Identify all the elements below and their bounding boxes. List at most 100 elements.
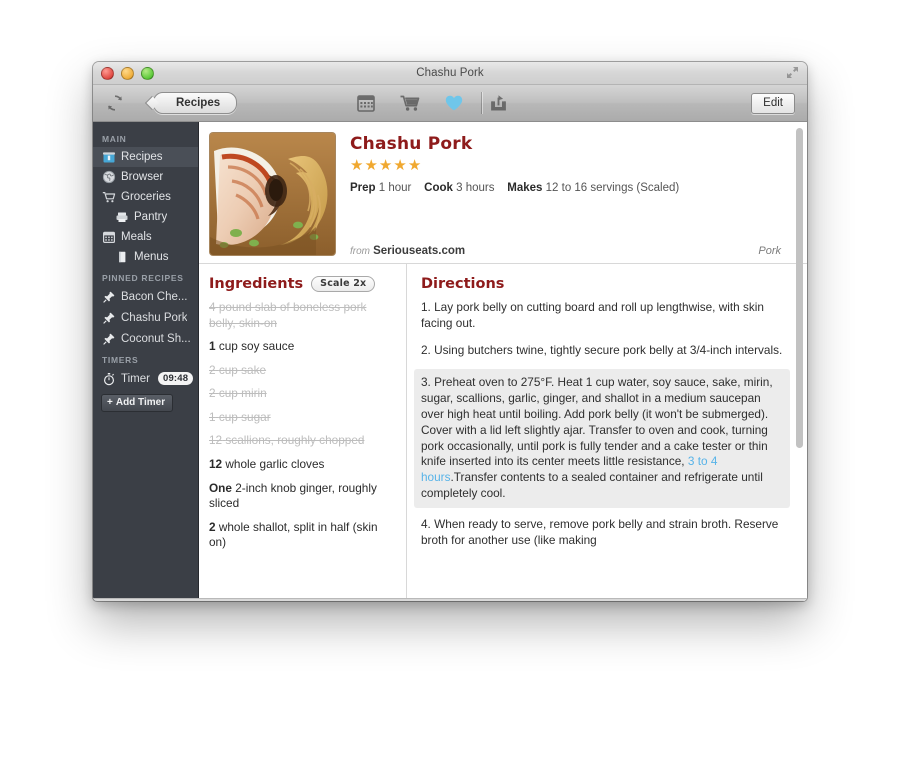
scale-button[interactable]: Scale 2x <box>311 276 376 292</box>
ingredient-qty: 12 <box>209 433 223 448</box>
recipe-box-icon <box>102 150 116 164</box>
breadcrumb-recipes-button[interactable]: Recipes <box>153 92 238 114</box>
recipe-meta: Chashu Pork ★★★★★ Prep 1 hour Cook 3 hou… <box>336 132 807 263</box>
sidebar-timer-label: Timer <box>121 372 150 385</box>
direction-step[interactable]: 4. When ready to serve, remove pork bell… <box>421 517 783 549</box>
ingredient-item[interactable]: 2 cup sake <box>209 363 396 379</box>
sidebar-item-label: Groceries <box>121 191 171 203</box>
ingredients-heading: Ingredients Scale 2x <box>209 276 396 292</box>
pin-icon <box>102 332 116 346</box>
ingredient-item[interactable]: 12 scallions, roughly chopped <box>209 433 396 449</box>
ingredient-qty: 2 <box>209 386 216 401</box>
step-text: Lay pork belly on cutting board and roll… <box>421 300 764 330</box>
pantry-icon <box>115 210 129 224</box>
ingredient-qty: 2 <box>209 519 216 534</box>
ingredient-item[interactable]: 1 cup soy sauce <box>209 339 396 355</box>
app-window: Chashu Pork Recipes Edit MAIN Recipes Br… <box>93 62 807 601</box>
step-text-after: .Transfer contents to a sealed container… <box>421 470 763 500</box>
shopping-cart-icon[interactable] <box>399 93 421 113</box>
calendar-icon[interactable] <box>355 93 377 113</box>
share-icon[interactable] <box>488 93 510 113</box>
ingredient-qty: One <box>209 480 232 495</box>
sidebar-item-menus[interactable]: Menus <box>93 247 198 267</box>
ingredient-qty: 1 <box>209 409 216 424</box>
ingredients-title: Ingredients <box>209 276 304 292</box>
source-name[interactable]: Seriouseats.com <box>373 245 465 257</box>
toolbar-separator <box>481 92 483 114</box>
step-number: 2. <box>421 342 431 357</box>
sidebar-item-label: Browser <box>121 171 164 183</box>
window-bottom-edge <box>93 598 807 601</box>
sidebar-item-label: Recipes <box>121 151 163 163</box>
recipe-source: from Seriouseats.com <box>350 245 465 257</box>
fact-label-prep: Prep <box>350 181 376 194</box>
ingredient-item[interactable]: 2 whole shallot, split in half (skin on) <box>209 520 396 551</box>
edit-button-label: Edit <box>763 97 783 109</box>
sidebar-pinned-label: Chashu Pork <box>121 311 188 324</box>
screen: Chashu Pork Recipes Edit MAIN Recipes Br… <box>0 0 900 779</box>
recipe-photo <box>209 132 336 256</box>
directions-title: Directions <box>421 276 505 292</box>
sidebar-section-pinned-header: PINNED RECIPES <box>102 273 184 283</box>
recipe-facts: Prep 1 hour Cook 3 hours Makes 12 to 16 … <box>350 182 807 194</box>
ingredient-item[interactable]: 1 cup sugar <box>209 410 396 426</box>
directions-pane: Directions 1. Lay pork belly on cutting … <box>407 264 807 601</box>
ingredient-item[interactable]: One 2-inch knob ginger, roughly sliced <box>209 481 396 512</box>
sidebar-item-meals[interactable]: Meals <box>93 227 198 247</box>
shopping-cart-icon <box>102 190 116 204</box>
fact-label-makes: Makes <box>507 181 543 194</box>
step-text: Preheat oven to 275°F. Heat 1 cup water,… <box>421 375 773 469</box>
stopwatch-icon <box>102 372 116 386</box>
sidebar-pinned-recipe-3[interactable]: Coconut Sh... <box>93 328 198 349</box>
fact-value-makes: 12 to 16 servings (Scaled) <box>545 181 680 194</box>
window-body: MAIN Recipes Browser Groceries Pantry Me… <box>93 122 807 601</box>
ingredient-text: cup sake <box>218 362 267 377</box>
sidebar: MAIN Recipes Browser Groceries Pantry Me… <box>93 122 199 601</box>
edit-button[interactable]: Edit <box>751 92 795 114</box>
ingredient-qty: 12 <box>209 456 223 471</box>
step-text: When ready to serve, remove pork belly a… <box>421 516 779 547</box>
menu-book-icon <box>115 250 129 264</box>
ingredient-text: cup soy sauce <box>218 339 295 354</box>
direction-step[interactable]: 2. Using butchers twine, tightly secure … <box>421 343 783 359</box>
ingredient-item[interactable]: 12 whole garlic cloves <box>209 457 396 473</box>
ingredient-text: pound slab of boneless pork belly, skin-… <box>209 300 367 330</box>
calendar-icon <box>102 230 116 244</box>
sidebar-timer-row[interactable]: Timer 09:48 <box>93 368 198 389</box>
sidebar-section-main-header: MAIN <box>102 134 127 144</box>
star-3: ★ <box>378 157 394 174</box>
rating-stars[interactable]: ★★★★★ <box>350 157 807 175</box>
direction-step[interactable]: 1. Lay pork belly on cutting board and r… <box>421 300 783 332</box>
add-timer-button[interactable]: + Add Timer <box>101 394 174 412</box>
sidebar-pinned-recipe-1[interactable]: Bacon Che... <box>93 286 198 307</box>
fact-label-cook: Cook <box>424 181 453 194</box>
sidebar-pinned-recipe-2[interactable]: Chashu Pork <box>93 307 198 328</box>
ingredient-qty: 1 <box>209 339 216 354</box>
breadcrumb-label: Recipes <box>176 97 221 109</box>
step-number: 3. <box>421 375 431 390</box>
content-scrollbar[interactable] <box>793 124 805 601</box>
step-number: 4. <box>421 516 431 531</box>
sidebar-item-recipes[interactable]: Recipes <box>93 147 198 167</box>
sidebar-item-pantry[interactable]: Pantry <box>93 207 198 227</box>
recipe-title: Chashu Pork <box>350 134 473 154</box>
sidebar-item-groceries[interactable]: Groceries <box>93 187 198 207</box>
plus-icon: + <box>107 397 113 408</box>
recipe-category: Pork <box>758 245 781 257</box>
recipe-detail-pane: Chashu Pork ★★★★★ Prep 1 hour Cook 3 hou… <box>199 122 807 601</box>
title-bar: Chashu Pork <box>93 62 807 85</box>
fullscreen-arrows-icon[interactable] <box>786 66 799 79</box>
direction-step-active[interactable]: 3. Preheat oven to 275°F. Heat 1 cup wat… <box>414 369 790 508</box>
sidebar-item-browser[interactable]: Browser <box>93 167 198 187</box>
ingredients-pane: Ingredients Scale 2x 4 pound slab of bon… <box>199 264 407 601</box>
ingredient-text: 2-inch knob ginger, roughly sliced <box>209 480 377 511</box>
sync-refresh-icon[interactable] <box>105 93 125 113</box>
step-text: Using butchers twine, tightly secure por… <box>434 342 783 357</box>
ingredient-item[interactable]: 4 pound slab of boneless pork belly, ski… <box>209 300 396 331</box>
ingredient-item[interactable]: 2 cup mirin <box>209 386 396 402</box>
scrollbar-thumb[interactable] <box>796 128 803 448</box>
heart-icon[interactable] <box>443 93 465 113</box>
star-2: ★ <box>364 157 379 174</box>
ingredient-text: cup mirin <box>218 386 267 401</box>
source-prefix: from <box>350 246 370 257</box>
